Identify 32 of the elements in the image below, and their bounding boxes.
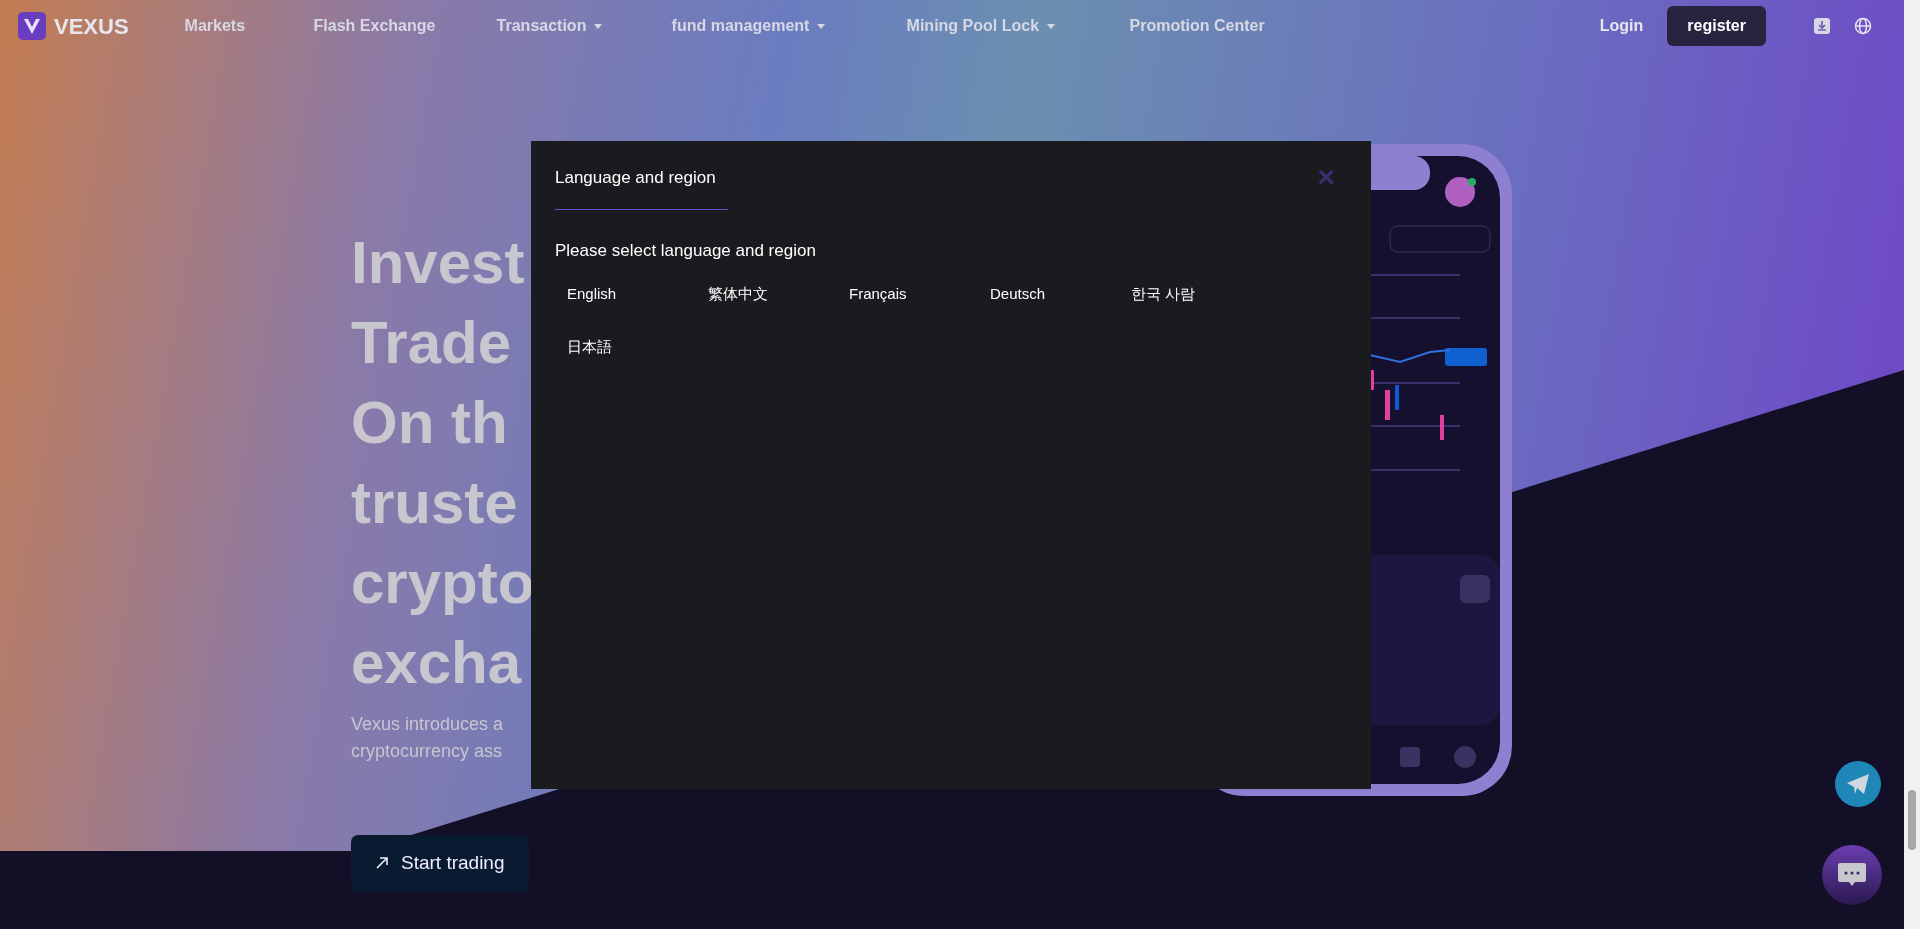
nav-link[interactable]: Transaction — [496, 14, 672, 38]
hero-description-line: cryptocurrency ass — [351, 740, 503, 763]
dialog-title: Language and region — [555, 165, 728, 210]
hero-heading-line: crypto — [351, 548, 535, 618]
language-option[interactable]: English — [567, 283, 617, 306]
register-button[interactable]: register — [1667, 6, 1766, 46]
nav-link[interactable]: Flash Exchange — [313, 14, 497, 38]
scrollbar[interactable] — [1904, 0, 1920, 929]
arrow-icon — [375, 856, 389, 871]
download-icon[interactable] — [1814, 18, 1830, 34]
hero-description-line: Vexus introduces a — [351, 713, 504, 736]
globe-icon[interactable] — [1854, 17, 1872, 35]
dialog-prompt: Please select language and region — [555, 239, 817, 262]
start-trading-button[interactable]: Start trading — [351, 835, 529, 892]
language-option[interactable]: 繁体中文 — [708, 283, 768, 306]
nav-link[interactable]: Promotion Center — [1129, 14, 1270, 38]
login-link[interactable]: Login — [1599, 14, 1644, 38]
language-option[interactable]: Deutsch — [990, 283, 1046, 306]
hero-heading-line: truste — [351, 468, 518, 538]
brand-name[interactable]: VEXUS — [54, 9, 129, 43]
language-option[interactable]: 日本語 — [567, 335, 612, 358]
hero-heading-line: excha — [351, 628, 522, 698]
nav-link[interactable]: Mining Pool Lock — [906, 14, 1130, 38]
nav-link[interactable]: fund management — [671, 14, 907, 38]
hero-heading-line: On th — [351, 388, 508, 458]
scrollbar-thumb[interactable] — [1908, 790, 1916, 850]
nav-link[interactable]: Markets — [184, 14, 314, 38]
language-option[interactable]: Français — [849, 283, 907, 306]
language-option[interactable]: 한국 사람 — [1131, 283, 1196, 306]
hero-heading-line: Trade — [351, 308, 512, 378]
logo-icon[interactable] — [18, 12, 46, 40]
hero-heading-line: Invest — [351, 228, 525, 298]
